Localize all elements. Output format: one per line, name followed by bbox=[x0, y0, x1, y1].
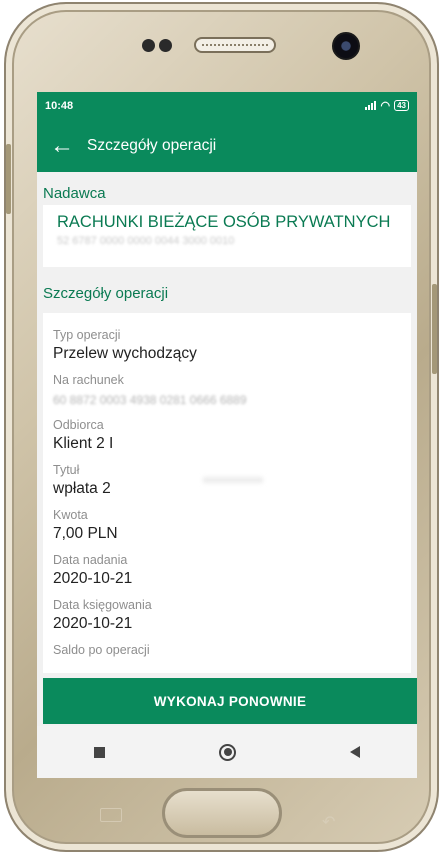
sender-section-label: Nadawca bbox=[43, 185, 106, 202]
front-camera bbox=[332, 32, 360, 60]
field-label: Typ operacji bbox=[53, 328, 121, 342]
sender-account-name: RACHUNKI BIEŻĄCE OSÓB PRYWATNYCH bbox=[57, 213, 391, 231]
volume-button bbox=[6, 144, 11, 214]
screen: 10:48 ◠ 43 ← Szczegóły operacji Nadawca … bbox=[37, 92, 417, 726]
field-label: Data nadania bbox=[53, 553, 128, 567]
earpiece-speaker bbox=[194, 37, 276, 53]
sensor-dot bbox=[159, 39, 172, 52]
page-title: Szczegóły operacji bbox=[87, 136, 217, 154]
field-send-date: Data nadania 2020-10-21 bbox=[53, 553, 411, 594]
field-label: Saldo po operacji bbox=[53, 643, 150, 657]
back-triangle-icon[interactable] bbox=[350, 746, 360, 758]
battery-icon: 43 bbox=[394, 100, 409, 111]
wifi-icon: ◠ bbox=[380, 100, 391, 112]
field-value: 7,00 PLN bbox=[53, 525, 118, 542]
hardware-back-key: ↶ bbox=[322, 814, 336, 831]
field-value: 2020-10-21 bbox=[53, 615, 133, 632]
details-card: Typ operacji Przelew wychodzący Na rachu… bbox=[43, 313, 411, 673]
field-title: Tytuł wpłata 2 bbox=[53, 463, 411, 504]
field-value: 2020-10-21 bbox=[53, 570, 133, 587]
field-recipient: Odbiorca Klient 2 I bbox=[53, 418, 411, 459]
field-label: Na rachunek bbox=[53, 373, 124, 387]
repeat-transfer-button[interactable]: WYKONAJ PONOWNIE bbox=[43, 678, 417, 724]
sensor-dot bbox=[142, 39, 155, 52]
field-value bbox=[53, 660, 411, 673]
field-operation-type: Typ operacji Przelew wychodzący bbox=[53, 328, 411, 369]
hardware-recent-key bbox=[100, 808, 122, 822]
sender-card: RACHUNKI BIEŻĄCE OSÓB PRYWATNYCH 52 6787… bbox=[43, 205, 411, 267]
app-bar: ← Szczegóły operacji bbox=[37, 119, 417, 172]
details-section-label: Szczegóły operacji bbox=[43, 285, 169, 302]
status-bar: 10:48 ◠ 43 bbox=[37, 92, 417, 119]
status-icons: ◠ 43 bbox=[365, 99, 409, 112]
sender-account-number: 52 6787 0000 0000 0044 3000 0010 bbox=[57, 235, 235, 247]
blurred-overlay bbox=[203, 477, 263, 483]
field-value: Przelew wychodzący bbox=[53, 345, 197, 362]
power-button bbox=[432, 284, 437, 374]
top-bezel bbox=[6, 4, 437, 94]
field-label: Odbiorca bbox=[53, 418, 104, 432]
status-time: 10:48 bbox=[45, 99, 74, 112]
field-label: Kwota bbox=[53, 508, 88, 522]
field-value: Klient 2 I bbox=[53, 435, 114, 452]
recent-apps-icon[interactable] bbox=[94, 746, 105, 758]
home-icon[interactable] bbox=[219, 743, 236, 761]
field-target-account: Na rachunek 60 8872 0003 4938 0281 0666 … bbox=[53, 373, 411, 414]
field-amount: Kwota 7,00 PLN bbox=[53, 508, 411, 549]
arrow-left-icon[interactable]: ← bbox=[37, 133, 87, 158]
android-nav-bar bbox=[37, 726, 417, 778]
field-balance-after: Saldo po operacji bbox=[53, 643, 411, 673]
signal-icon bbox=[365, 101, 377, 110]
field-value: 60 8872 0003 4938 0281 0666 6889 bbox=[53, 393, 247, 407]
hardware-home-button bbox=[162, 788, 282, 838]
field-label: Data księgowania bbox=[53, 598, 152, 612]
field-booking-date: Data księgowania 2020-10-21 bbox=[53, 598, 411, 639]
field-value: wpłata 2 bbox=[53, 480, 111, 497]
